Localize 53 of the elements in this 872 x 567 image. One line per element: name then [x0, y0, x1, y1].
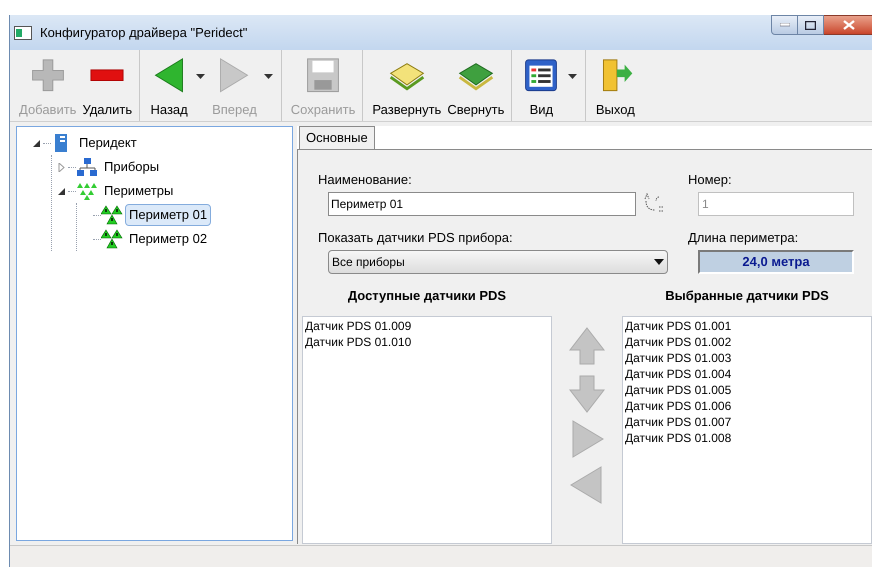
list-item[interactable]: Датчик PDS 01.006: [625, 398, 869, 414]
minimize-icon: [780, 23, 790, 27]
toolbar-button[interactable]: Вид: [518, 52, 582, 120]
window-title: Конфигуратор драйвера "Peridect": [40, 24, 248, 42]
close-icon: [842, 20, 854, 30]
app-icon: [14, 26, 32, 40]
tree-item[interactable]: Перидект: [75, 132, 141, 154]
sensor-icon: [101, 205, 123, 225]
field-label: Показать датчики PDS прибора:: [318, 230, 514, 246]
expanded-arrow-icon[interactable]: [32, 138, 40, 148]
name-field[interactable]: Периметр 01: [328, 192, 636, 216]
list-item[interactable]: Датчик PDS 01.007: [625, 414, 869, 430]
toolbar-button[interactable]: Выход: [592, 52, 638, 120]
toolbar-button[interactable]: Развернуть: [369, 52, 444, 120]
dropdown-caret-icon: [264, 74, 273, 79]
tab[interactable]: Основные: [299, 126, 375, 149]
list-title: Выбранные датчики PDS: [665, 287, 829, 305]
expanded-arrow-icon[interactable]: [56, 186, 66, 196]
dropdown-caret-icon: [196, 74, 206, 79]
restore-icon: [805, 20, 816, 30]
length-value: 24,0 метра: [698, 250, 854, 274]
list-title: Доступные датчики PDS: [348, 287, 506, 305]
list-item[interactable]: Датчик PDS 01.008: [625, 430, 869, 446]
sensor-icon: [101, 229, 123, 249]
device-dropdown[interactable]: Все приборы: [328, 250, 668, 274]
dropdown-caret-icon: [654, 259, 664, 265]
minus-icon: [88, 68, 126, 81]
maximize-button[interactable]: [798, 15, 824, 35]
list-item[interactable]: Датчик PDS 01.005: [625, 382, 869, 398]
close-button[interactable]: [824, 15, 872, 35]
dropdown-caret-icon: [568, 74, 578, 79]
tree-item[interactable]: Периметры: [100, 180, 178, 202]
tree-item[interactable]: Периметр 01: [125, 204, 212, 226]
field-label: Номер:: [688, 172, 733, 188]
list-item[interactable]: Датчик PDS 01.004: [625, 366, 869, 382]
tree-item[interactable]: Периметр 02: [125, 228, 212, 250]
sensor-group-icon: [76, 181, 98, 201]
list-item[interactable]: Датчик PDS 01.010: [305, 334, 549, 350]
list-item[interactable]: Датчик PDS 01.003: [625, 350, 869, 366]
field-label: Наименование:: [318, 172, 413, 188]
minimize-button[interactable]: [771, 15, 798, 35]
list-item[interactable]: Датчик PDS 01.001: [625, 318, 869, 334]
field-label: Длина периметра:: [688, 230, 800, 246]
toolbar-button[interactable]: Свернуть: [444, 52, 508, 120]
tree-item[interactable]: Приборы: [100, 156, 164, 178]
list-item[interactable]: Датчик PDS 01.002: [625, 334, 869, 350]
list-item[interactable]: Датчик PDS 01.009: [305, 318, 549, 334]
sensor-list[interactable]: Датчик PDS 01.009 Датчик PDS 01.010: [302, 316, 552, 544]
sensor-list[interactable]: Датчик PDS 01.001 Датчик PDS 01.002 Датчик PDS 01.003 Датчик PDS 01.004 Датчик PDS 01.005 Датчик PDS 01.006 Датчик PDS 01.007 Датчик PDS 01.008: [622, 316, 872, 544]
toolbar-button[interactable]: Назад: [146, 52, 210, 120]
network-icon: [76, 157, 98, 177]
toolbar-button[interactable]: Удалить: [79, 52, 136, 120]
collapsed-arrow-icon[interactable]: [56, 162, 66, 172]
